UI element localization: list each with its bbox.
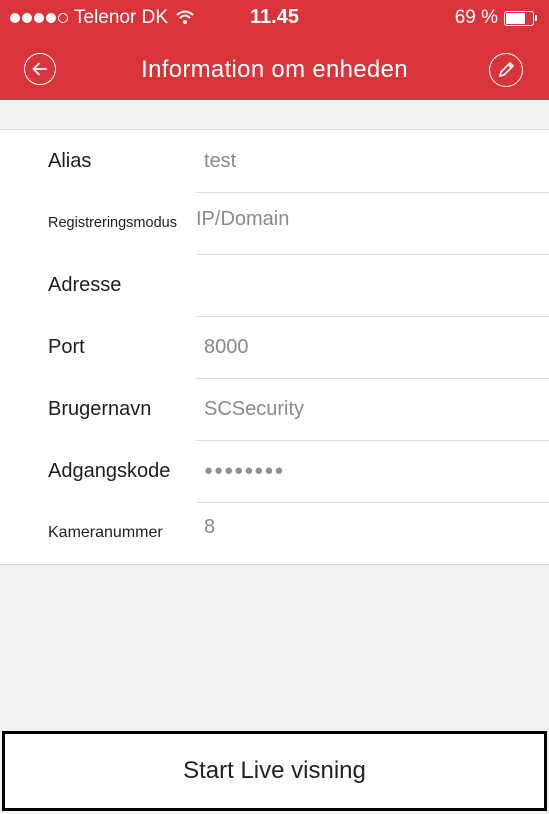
battery-icon <box>504 10 534 26</box>
field-row-camera-number: Kameranummer 8 <box>0 502 549 564</box>
field-row-alias: Alias test <box>0 130 549 192</box>
field-label: Port <box>48 336 85 358</box>
edit-button[interactable] <box>489 53 523 87</box>
field-label: Adresse <box>48 274 122 296</box>
back-button[interactable] <box>24 53 56 85</box>
device-info-form: Alias test Registreringsmodus IP/Domain … <box>0 129 549 565</box>
username-field[interactable]: SCSecurity <box>204 378 304 440</box>
field-label: Alias <box>48 150 92 172</box>
camera-number-field[interactable]: 8 <box>204 496 215 558</box>
pencil-icon <box>499 62 514 77</box>
field-row-address: Adresse <box>0 254 549 316</box>
field-label: Kameranummer <box>48 524 163 541</box>
battery-fill <box>506 12 526 24</box>
start-live-view-button[interactable]: Start Live visning <box>2 731 547 811</box>
field-label: Brugernavn <box>48 398 152 420</box>
field-row-port: Port 8000 <box>0 316 549 378</box>
battery-percent: 69 % <box>454 7 498 28</box>
app-header: Telenor DK 11.45 69 % Information om enh… <box>0 0 549 100</box>
field-label: Adgangskode <box>48 460 171 482</box>
back-arrow-icon <box>32 62 47 76</box>
registration-mode-field[interactable]: IP/Domain <box>196 188 289 250</box>
battery-tip-icon <box>535 15 537 21</box>
field-row-password: Adgangskode ●●●●●●●● <box>0 440 549 502</box>
field-label: Registreringsmodus <box>48 215 177 231</box>
field-row-registration-mode: Registreringsmodus IP/Domain <box>0 192 549 254</box>
page-title: Information om enheden <box>141 56 408 83</box>
status-bar: Telenor DK 11.45 69 % <box>0 0 549 34</box>
field-row-username: Brugernavn SCSecurity <box>0 378 549 440</box>
status-right: 69 % <box>455 7 537 29</box>
port-field[interactable]: 8000 <box>204 316 249 378</box>
alias-field[interactable]: test <box>204 130 236 192</box>
password-field[interactable]: ●●●●●●●● <box>204 440 284 502</box>
